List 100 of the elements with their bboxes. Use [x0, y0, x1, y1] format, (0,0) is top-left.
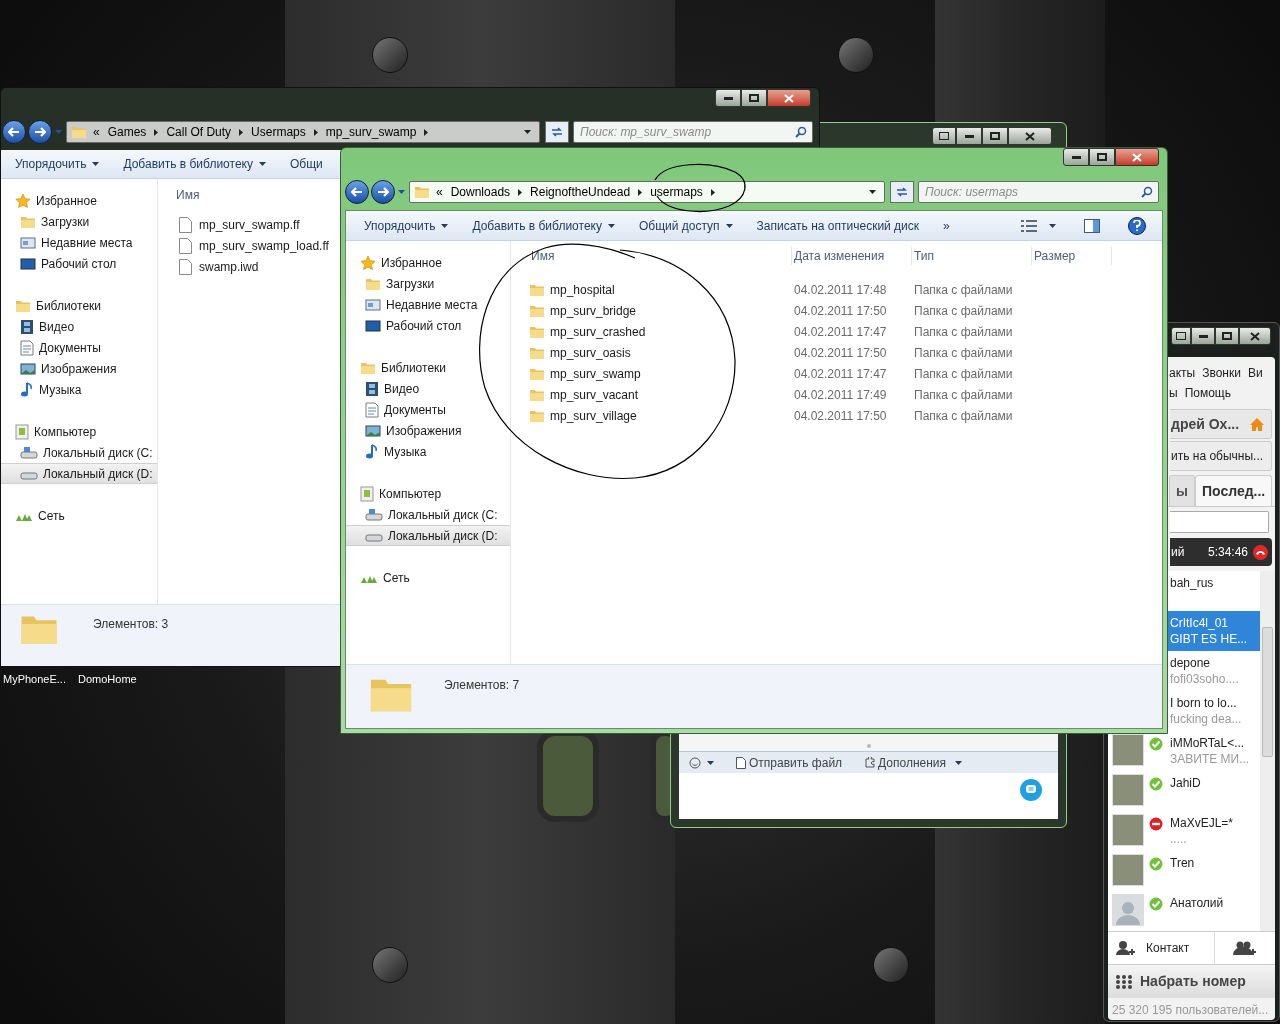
- menu-item[interactable]: акты: [1169, 364, 1196, 382]
- nav-item[interactable]: Музыка: [1, 379, 157, 400]
- nav-item[interactable]: Локальный диск (D:: [346, 525, 510, 546]
- emoticon-button[interactable]: [689, 756, 714, 769]
- contact-row[interactable]: Tren: [1168, 851, 1260, 891]
- nav-item[interactable]: Изображения: [1, 358, 157, 379]
- tab[interactable]: ы: [1169, 475, 1195, 506]
- contact-row[interactable]: bah_rus: [1168, 571, 1260, 611]
- minimize-button[interactable]: [715, 89, 741, 107]
- toolbar-button[interactable]: Записать на оптический диск: [748, 213, 928, 238]
- minimize-button[interactable]: [1191, 327, 1215, 345]
- nav-item[interactable]: Изображения: [346, 420, 510, 441]
- contact-row[interactable]: I born to lo... fucking dea...: [1168, 691, 1260, 731]
- profile-name[interactable]: дрей Ох...: [1171, 413, 1249, 435]
- nav-item[interactable]: Видео: [346, 378, 510, 399]
- maximize-button[interactable]: [982, 127, 1008, 145]
- nav-item[interactable]: Рабочий стол: [1, 253, 157, 274]
- toolbar-button[interactable]: Общи: [281, 152, 331, 176]
- splitter-handle[interactable]: [866, 744, 871, 748]
- nav-group[interactable]: Библиотеки: [1, 295, 157, 316]
- refresh-button[interactable]: [545, 121, 569, 143]
- nav-item[interactable]: Рабочий стол: [346, 315, 510, 336]
- file-row[interactable]: mp_surv_village 04.02.2011 17:50 Папка с файлами: [529, 405, 1112, 426]
- nav-item[interactable]: Загрузки: [1, 211, 157, 232]
- tab[interactable]: Послед...: [1194, 475, 1273, 506]
- maximize-button[interactable]: [741, 89, 767, 107]
- close-button[interactable]: [767, 89, 811, 107]
- file-row[interactable]: mp_surv_bridge 04.02.2011 17:50 Папка с файлами: [529, 300, 1112, 321]
- column-header[interactable]: Дата изменения: [792, 247, 912, 265]
- file-row[interactable]: mp_surv_oasis 04.02.2011 17:50 Папка с файлами: [529, 342, 1112, 363]
- minimize-button[interactable]: [1063, 148, 1089, 166]
- address-bar[interactable]: « Downloads ReignoftheUndead usermaps: [409, 181, 885, 203]
- forward-button[interactable]: [371, 180, 395, 204]
- nav-item[interactable]: Загрузки: [346, 273, 510, 294]
- send-file-button[interactable]: Отправить файл: [736, 753, 843, 772]
- nav-item[interactable]: Недавние места: [346, 294, 510, 315]
- breadcrumb-item[interactable]: Games: [107, 123, 147, 141]
- contact-row[interactable]: depone fofi03soho....: [1168, 651, 1260, 691]
- breadcrumb-overflow[interactable]: «: [93, 123, 100, 141]
- contact-row[interactable]: MaXvEJL=* .....: [1168, 811, 1260, 851]
- send-message-button[interactable]: [1020, 779, 1042, 801]
- minimize-button[interactable]: [956, 127, 982, 145]
- nav-item[interactable]: Видео: [1, 316, 157, 337]
- desktop-shortcut-label[interactable]: DomoHome: [78, 671, 137, 688]
- nav-group[interactable]: Избранное: [1, 190, 157, 211]
- back-button[interactable]: [2, 120, 26, 144]
- nav-item[interactable]: Локальный диск (C:: [346, 504, 510, 525]
- maximize-button[interactable]: [1089, 148, 1115, 166]
- search-field[interactable]: Поиск: usermaps: [918, 181, 1159, 203]
- breadcrumb-item[interactable]: mp_surv_swamp: [325, 123, 417, 141]
- nav-item[interactable]: Локальный диск (C:: [1, 442, 157, 463]
- column-header[interactable]: Имя: [176, 186, 200, 204]
- breadcrumb-item[interactable]: Call Of Duty: [166, 123, 232, 141]
- breadcrumb-item[interactable]: ReignoftheUndead: [530, 183, 631, 201]
- toolbar-button[interactable]: Общий доступ: [630, 213, 741, 238]
- scrollbar[interactable]: [1260, 571, 1275, 931]
- search-field[interactable]: Поиск: mp_surv_swamp: [573, 121, 813, 143]
- menu-item[interactable]: ы: [1169, 384, 1178, 402]
- breadcrumb-item[interactable]: Usermaps: [251, 123, 306, 141]
- view-mode-button[interactable]: ить на обычны...: [1170, 441, 1272, 471]
- toolbar-button[interactable]: »: [935, 213, 958, 238]
- breadcrumb-item[interactable]: Downloads: [450, 183, 511, 201]
- nav-group[interactable]: Избранное: [346, 252, 510, 273]
- close-button[interactable]: [1008, 127, 1052, 145]
- file-row[interactable]: mp_hospital 04.02.2011 17:48 Папка с файлами: [529, 279, 1112, 300]
- nav-group[interactable]: Сеть: [346, 567, 510, 588]
- nav-item[interactable]: Документы: [346, 399, 510, 420]
- nav-item[interactable]: Документы: [1, 337, 157, 358]
- column-header[interactable]: Тип: [912, 247, 1032, 265]
- compact-view-button[interactable]: [932, 127, 956, 145]
- file-row[interactable]: swamp.iwd: [176, 256, 329, 277]
- dial-button[interactable]: Набрать номер: [1108, 964, 1275, 998]
- file-row[interactable]: mp_surv_crashed 04.02.2011 17:47 Папка с файлами: [529, 321, 1112, 342]
- close-button[interactable]: [1115, 148, 1159, 166]
- extras-button[interactable]: Дополнения: [864, 753, 963, 772]
- nav-item[interactable]: Недавние места: [1, 232, 157, 253]
- toolbar-button[interactable]: Добавить в библиотеку: [464, 213, 623, 238]
- file-row[interactable]: mp_surv_swamp.ff: [176, 214, 329, 235]
- contact-row[interactable]: iMMoRTaL<... ЗАВИТЕ МИ...: [1168, 731, 1260, 771]
- breadcrumb-item[interactable]: usermaps: [650, 183, 703, 201]
- address-bar[interactable]: « Games Call Of Duty Usermaps mp_surv_swamp: [66, 121, 540, 143]
- maximize-button[interactable]: [1215, 327, 1239, 345]
- menu-item[interactable]: Помощь: [1184, 384, 1231, 402]
- desktop-shortcut-label[interactable]: MyPhoneE...: [3, 671, 66, 688]
- toolbar-button[interactable]: Упорядочить: [356, 213, 457, 238]
- column-header[interactable]: Имя: [529, 247, 792, 265]
- column-header[interactable]: Размер: [1032, 247, 1112, 265]
- hang-up-button[interactable]: [1253, 544, 1268, 560]
- nav-item[interactable]: Музыка: [346, 441, 510, 462]
- nav-item[interactable]: Локальный диск (D:: [1, 463, 157, 484]
- file-row[interactable]: mp_surv_vacant 04.02.2011 17:49 Папка с файлами: [529, 384, 1112, 405]
- refresh-button[interactable]: [890, 181, 914, 203]
- help-button[interactable]: [1128, 216, 1146, 235]
- file-row[interactable]: mp_surv_swamp_load.ff: [176, 235, 329, 256]
- search-field[interactable]: [1170, 511, 1269, 533]
- compact-view-button[interactable]: [1171, 327, 1191, 345]
- contact-row[interactable]: JahiD: [1168, 771, 1260, 811]
- contact-row[interactable]: CrItIc4l_01 GIBT ES HE...: [1168, 611, 1260, 651]
- menu-item[interactable]: Ви: [1247, 364, 1263, 382]
- back-button[interactable]: [345, 180, 369, 204]
